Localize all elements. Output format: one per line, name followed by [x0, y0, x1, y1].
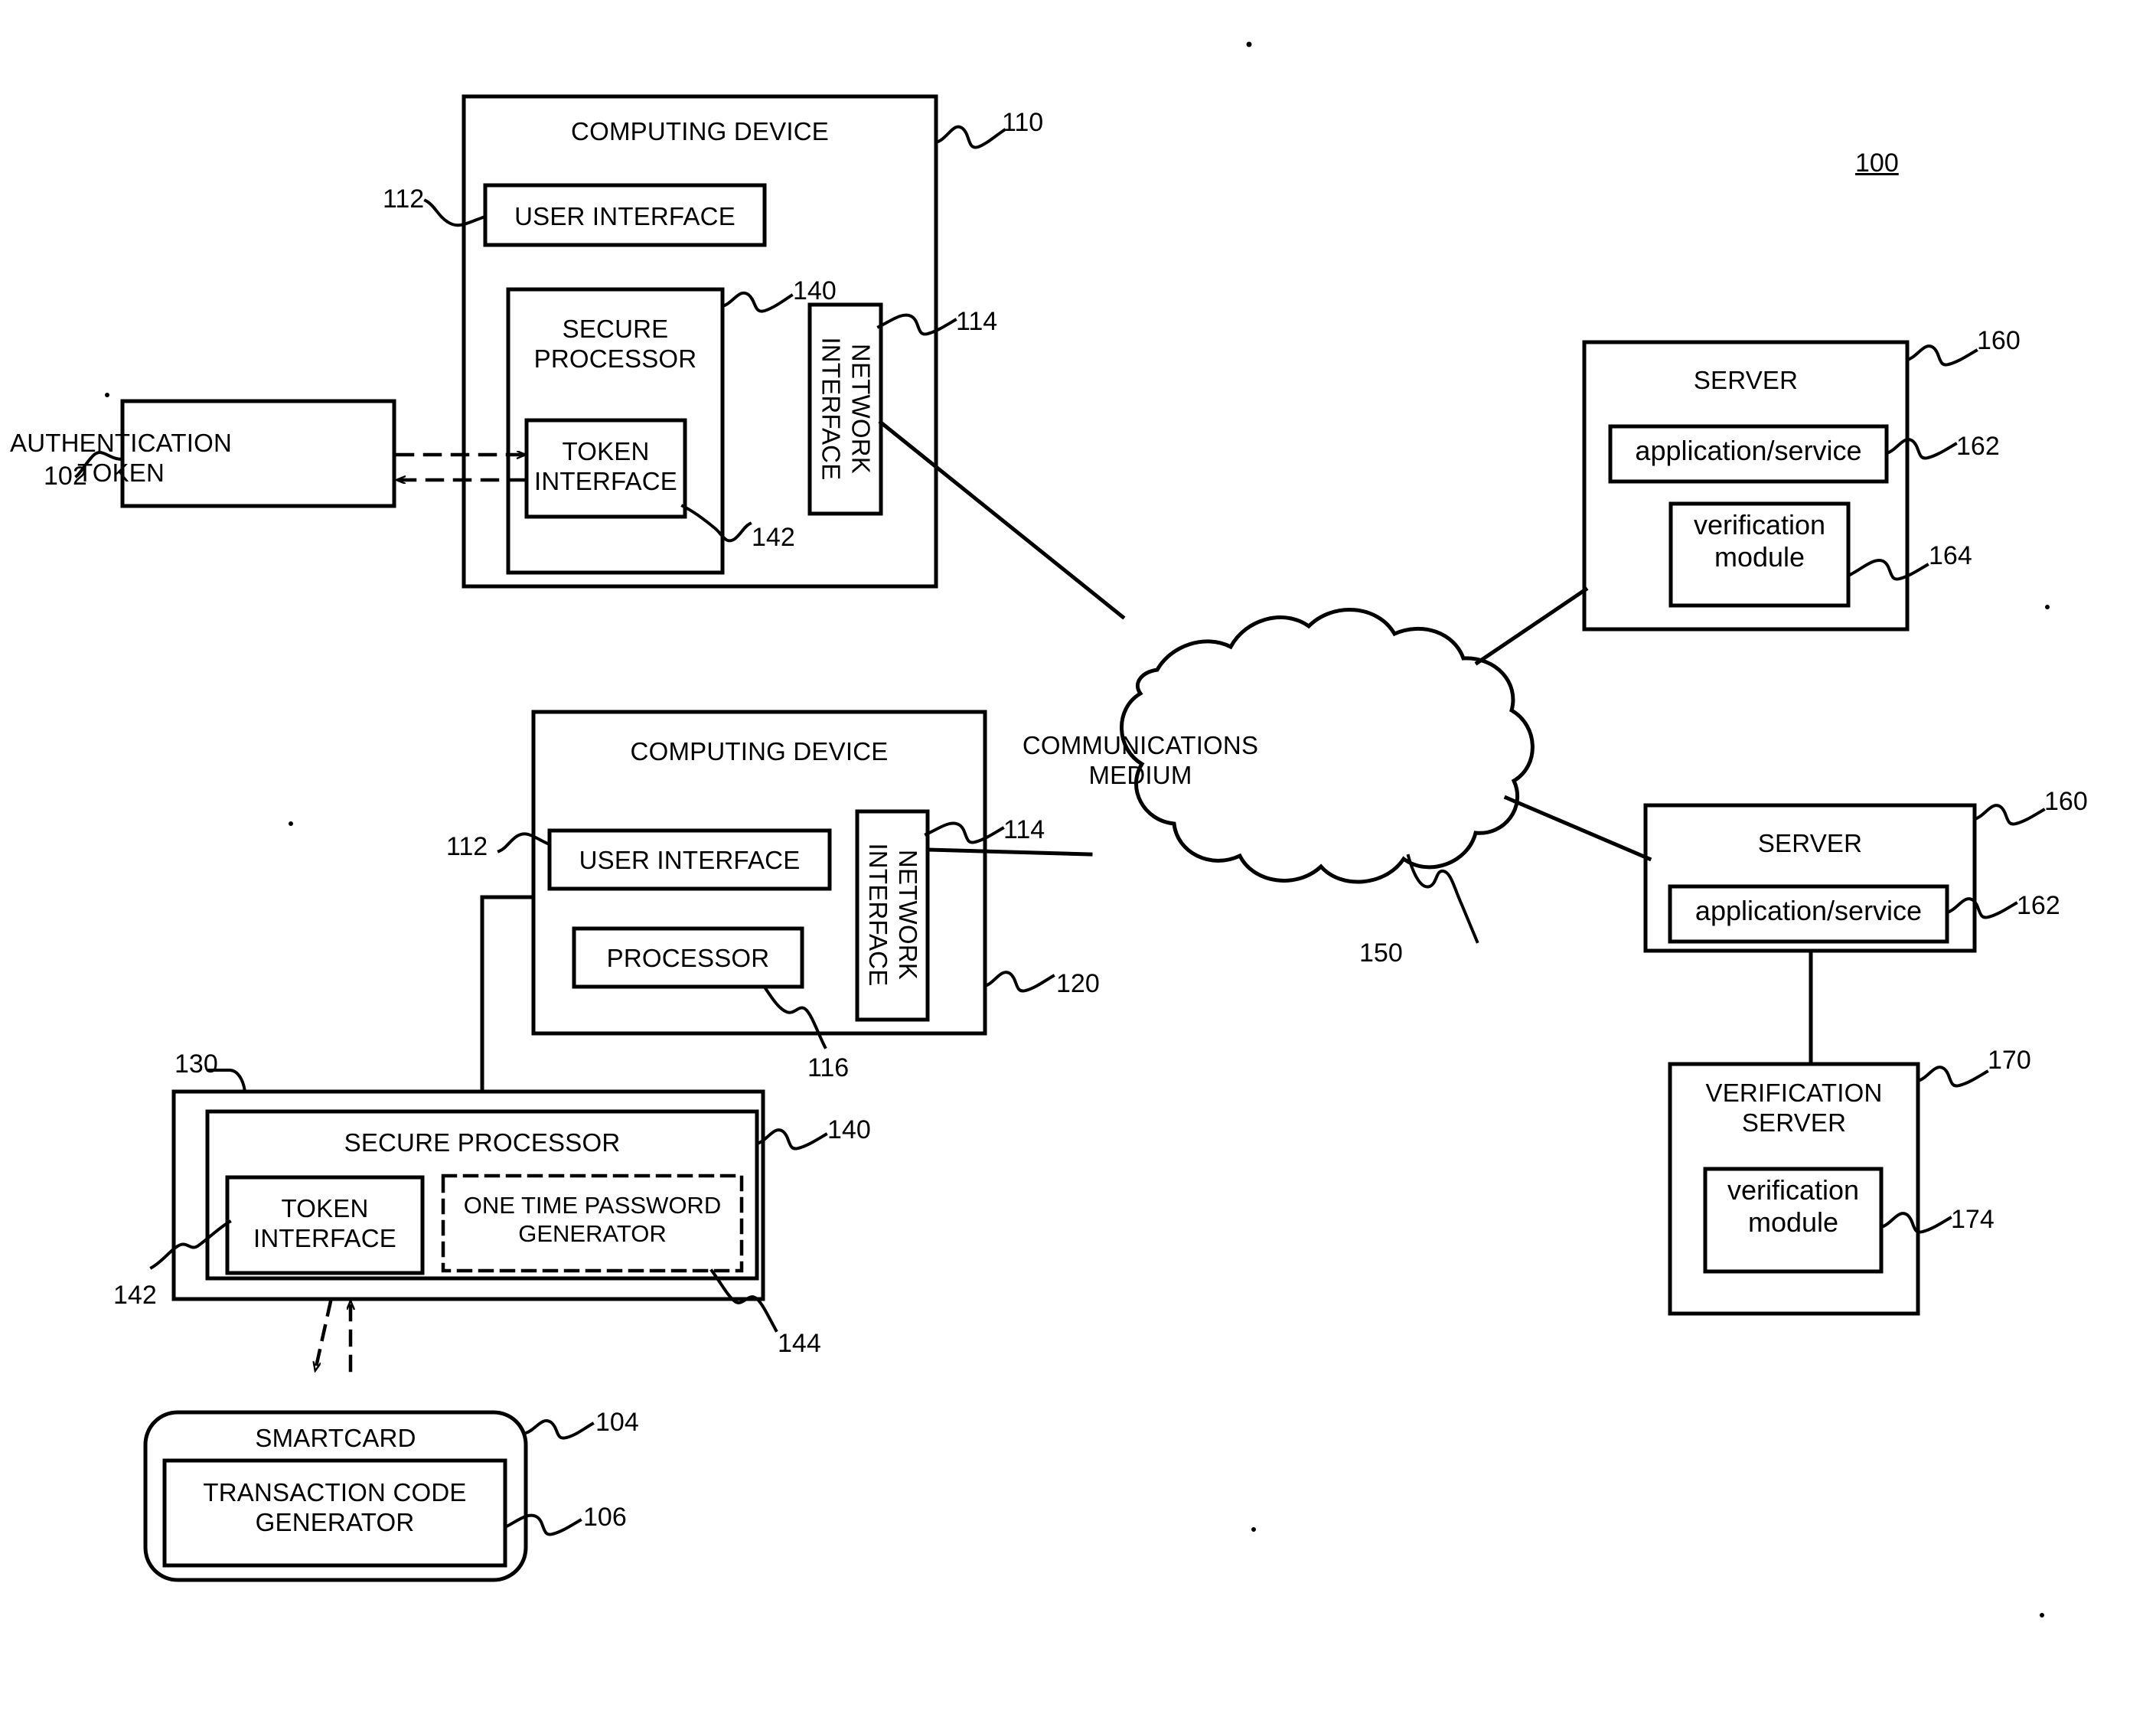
leader-142-top [680, 504, 752, 543]
link-cd2-to-secure-processor [480, 895, 536, 1093]
leader-110 [934, 125, 1006, 149]
leader-174 [1879, 1212, 1952, 1234]
ref-114-top: 114 [956, 307, 998, 336]
processor-2-label: PROCESSOR [606, 944, 770, 972]
ref-120: 120 [1056, 969, 1100, 998]
link-cloud-to-server1 [1474, 586, 1589, 666]
leader-112-bottom [497, 832, 552, 854]
leader-112-top [423, 198, 488, 227]
verification-module-2-label: verification module [1727, 1174, 1860, 1239]
ref-140-top: 140 [793, 276, 837, 305]
network-interface-1-label: NETWORK INTERFACE [817, 337, 876, 481]
ref-112-top: 112 [383, 184, 425, 214]
figure-numeral: 100 [1855, 149, 1899, 178]
server-2-label: SERVER [1757, 829, 1863, 857]
otp-generator-label: ONE TIME PASSWORD GENERATOR [463, 1192, 722, 1247]
scan-speck [2040, 1613, 2044, 1617]
verification-server-label: VERIFICATION SERVER [1705, 1079, 1883, 1137]
ref-160-bottom: 160 [2044, 787, 2088, 816]
communications-medium-label: COMMUNICATIONS MEDIUM [1022, 731, 1259, 789]
ref-144: 144 [778, 1329, 821, 1358]
leader-150 [1406, 854, 1479, 944]
verification-module-1-label: verification module [1693, 509, 1826, 573]
ref-130: 130 [175, 1049, 218, 1079]
transaction-code-generator-label: TRANSACTION CODE GENERATOR [203, 1478, 467, 1536]
ref-114-bottom: 114 [1003, 815, 1045, 844]
diagram-vector-layer [74, 41, 2050, 1617]
application-service-1-label: application/service [1635, 435, 1862, 466]
ref-116: 116 [807, 1053, 850, 1082]
smartcard-label: SMARTCARD [255, 1424, 416, 1452]
user-interface-2-label: USER INTERFACE [579, 846, 801, 874]
ref-160-top: 160 [1977, 326, 2021, 355]
token-interface-1-label: TOKEN INTERFACE [534, 437, 677, 495]
patent-figure: 100 AUTHENTICATION TOKEN 102 COMPUTING D… [0, 0, 2156, 1730]
ref-142-bottom: 142 [113, 1281, 157, 1310]
ref-140-bottom: 140 [827, 1115, 871, 1144]
scan-speck [2045, 605, 2050, 609]
ref-170: 170 [1988, 1046, 2031, 1075]
server-1-label: SERVER [1693, 366, 1799, 394]
network-interface-2-label: NETWORK INTERFACE [864, 843, 922, 987]
leader-164 [1846, 559, 1929, 581]
ref-162-bottom: 162 [2017, 891, 2060, 920]
application-service-2-label: application/service [1694, 895, 1923, 926]
ref-106: 106 [583, 1503, 627, 1532]
leader-114-top [876, 313, 957, 336]
ref-110: 110 [1002, 108, 1044, 137]
leader-116 [763, 986, 827, 1049]
ref-112-bottom: 112 [446, 832, 488, 861]
scan-speck [105, 393, 109, 397]
leader-104 [524, 1419, 595, 1440]
leader-114-bottom [924, 821, 1005, 844]
leader-140-top [720, 291, 794, 313]
server-2-box [1643, 803, 1977, 953]
scan-speck [1251, 1527, 1256, 1532]
computing-device-1-label: COMPUTING DEVICE [571, 117, 829, 145]
leader-106 [503, 1513, 582, 1536]
user-interface-1-label: USER INTERFACE [514, 202, 736, 230]
ref-164: 164 [1929, 541, 1972, 570]
secure-processor-1-label: SECURE PROCESSOR [533, 315, 697, 373]
ref-104: 104 [595, 1408, 639, 1437]
ref-174: 174 [1951, 1205, 1995, 1234]
ref-142-top: 142 [752, 523, 795, 552]
secure-processor-2-label: SECURE PROCESSOR [344, 1128, 621, 1157]
token-interface-2-label: TOKEN INTERFACE [253, 1194, 396, 1252]
leader-162-top [1884, 438, 1958, 460]
leader-160-bottom [1972, 804, 2046, 826]
leader-142-bottom [149, 1219, 232, 1270]
leader-170 [1916, 1066, 1989, 1088]
scan-speck [1246, 41, 1252, 47]
ref-162-top: 162 [1956, 432, 2000, 461]
computing-device-2-label: COMPUTING DEVICE [630, 737, 889, 765]
leader-160-top [1905, 344, 1978, 367]
dashed-link-smartcard-out [315, 1299, 333, 1370]
authentication-token-label: AUTHENTICATION TOKEN [9, 429, 233, 487]
leader-120 [983, 971, 1055, 993]
ref-102: 102 [44, 462, 87, 491]
ref-150: 150 [1359, 938, 1403, 968]
scan-speck [289, 821, 293, 826]
link-ni2-to-cloud [925, 847, 1093, 857]
leader-162-bottom [1945, 897, 2018, 919]
link-cloud-to-server2 [1503, 795, 1652, 862]
leader-140-bottom [755, 1128, 828, 1151]
